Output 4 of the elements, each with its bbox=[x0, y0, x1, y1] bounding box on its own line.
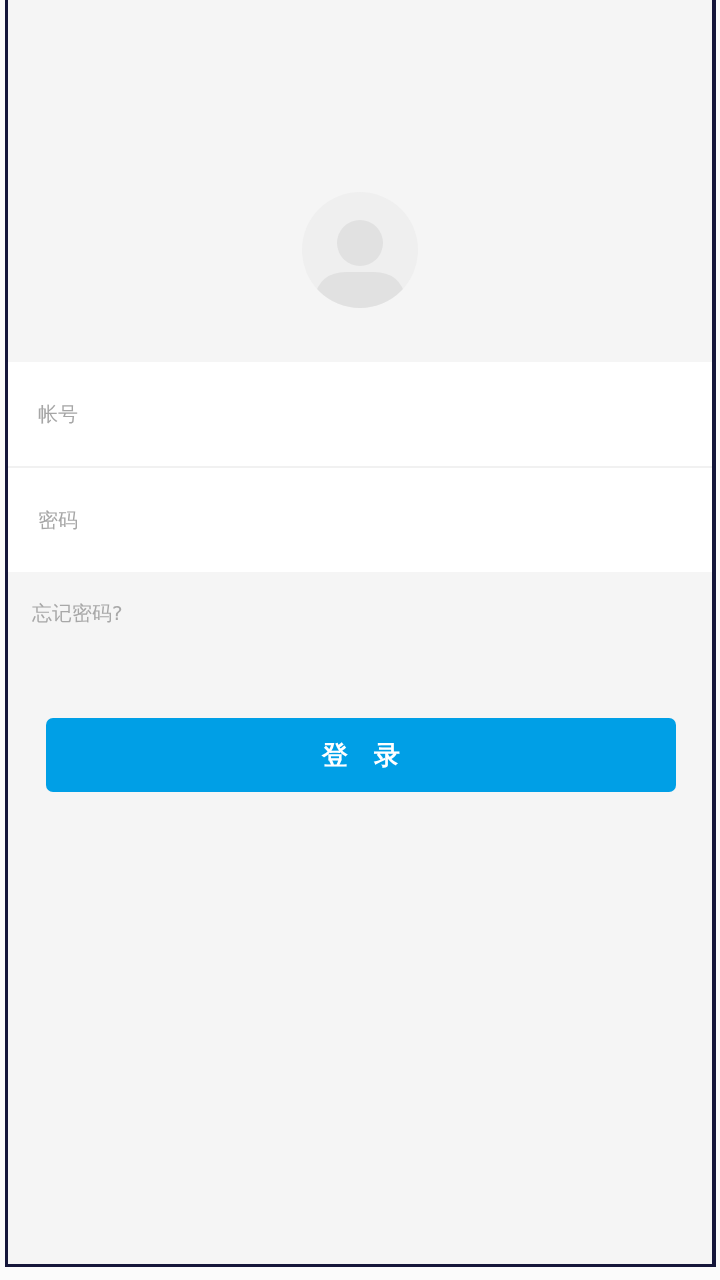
input-field[interactable]: 帐号 bbox=[8, 362, 712, 466]
forgot-password-link[interactable]: 忘记密码? bbox=[32, 600, 123, 626]
login-button[interactable]: 登 录 bbox=[46, 718, 676, 792]
input-field[interactable]: 密码 bbox=[8, 468, 712, 572]
